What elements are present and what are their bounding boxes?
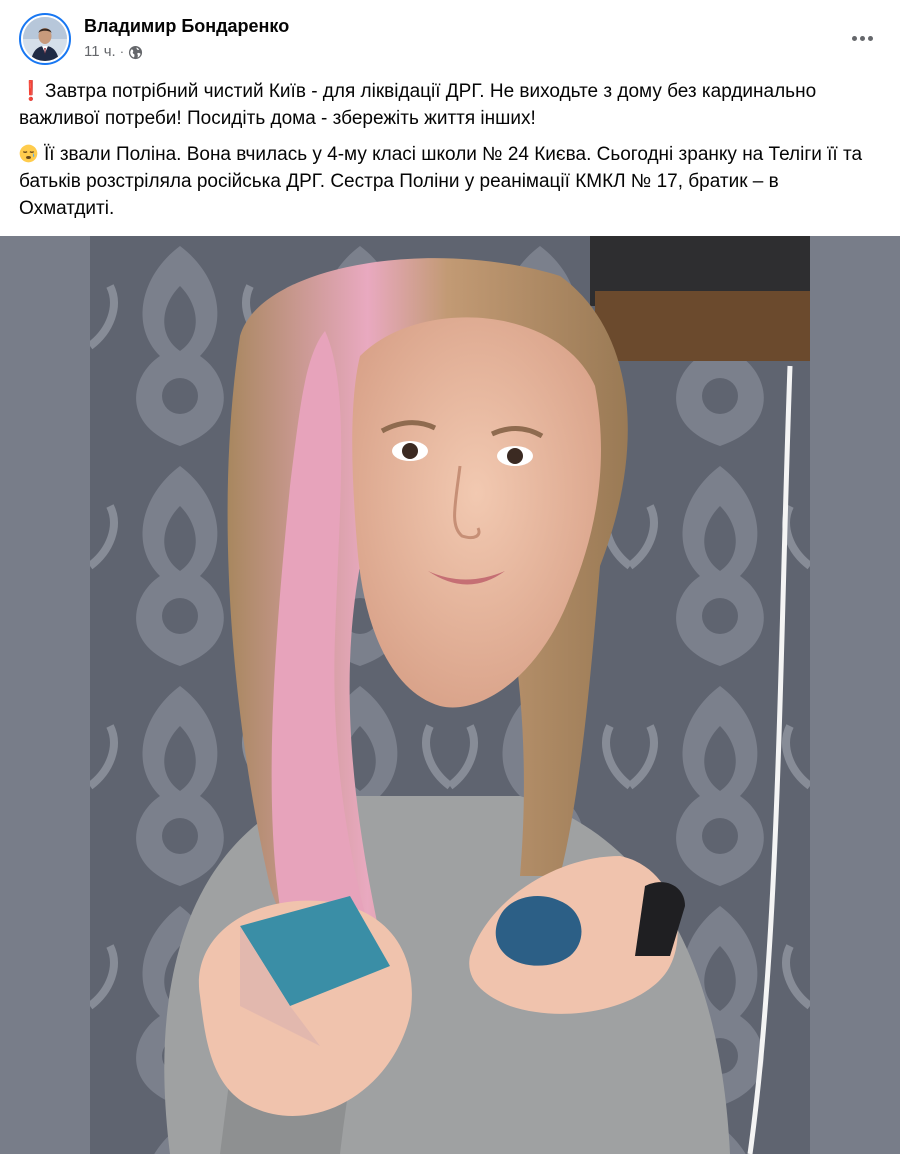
post-photo[interactable] (90, 236, 810, 1154)
paragraph-2-text: Її звали Поліна. Вона вчилась у 4-му кла… (19, 144, 863, 219)
avatar-photo (23, 17, 67, 61)
paragraph-1-text: Завтра потрібний чистий Київ - для лікві… (19, 81, 817, 129)
more-horizontal-icon (851, 35, 857, 41)
post-text: ❗ Завтра потрібний чистий Київ - для лікв… (19, 78, 879, 231)
sleepy-face-icon (19, 144, 38, 163)
post-paragraph-1: ❗ Завтра потрібний чистий Київ - для лікв… (19, 78, 879, 132)
author-name[interactable]: Владимир Бондаренко (84, 16, 289, 37)
post-timestamp[interactable]: 11 ч. (84, 43, 116, 60)
meta-separator: · (119, 44, 125, 59)
more-dot (867, 35, 873, 41)
more-dot (859, 35, 865, 41)
post-meta: 11 ч. · (84, 43, 143, 60)
globe-icon[interactable] (128, 45, 143, 60)
more-options-button[interactable] (844, 24, 880, 52)
facebook-post: Владимир Бондаренко 11 ч. · ❗ Завтра потр… (0, 0, 900, 1154)
post-paragraph-2: Її звали Поліна. Вона вчилась у 4-му кла… (19, 141, 879, 222)
post-header: Владимир Бондаренко 11 ч. · (0, 0, 900, 72)
author-avatar[interactable] (19, 13, 71, 65)
exclamation-icon: ❗ (19, 81, 43, 102)
post-photo-container (0, 236, 900, 1154)
